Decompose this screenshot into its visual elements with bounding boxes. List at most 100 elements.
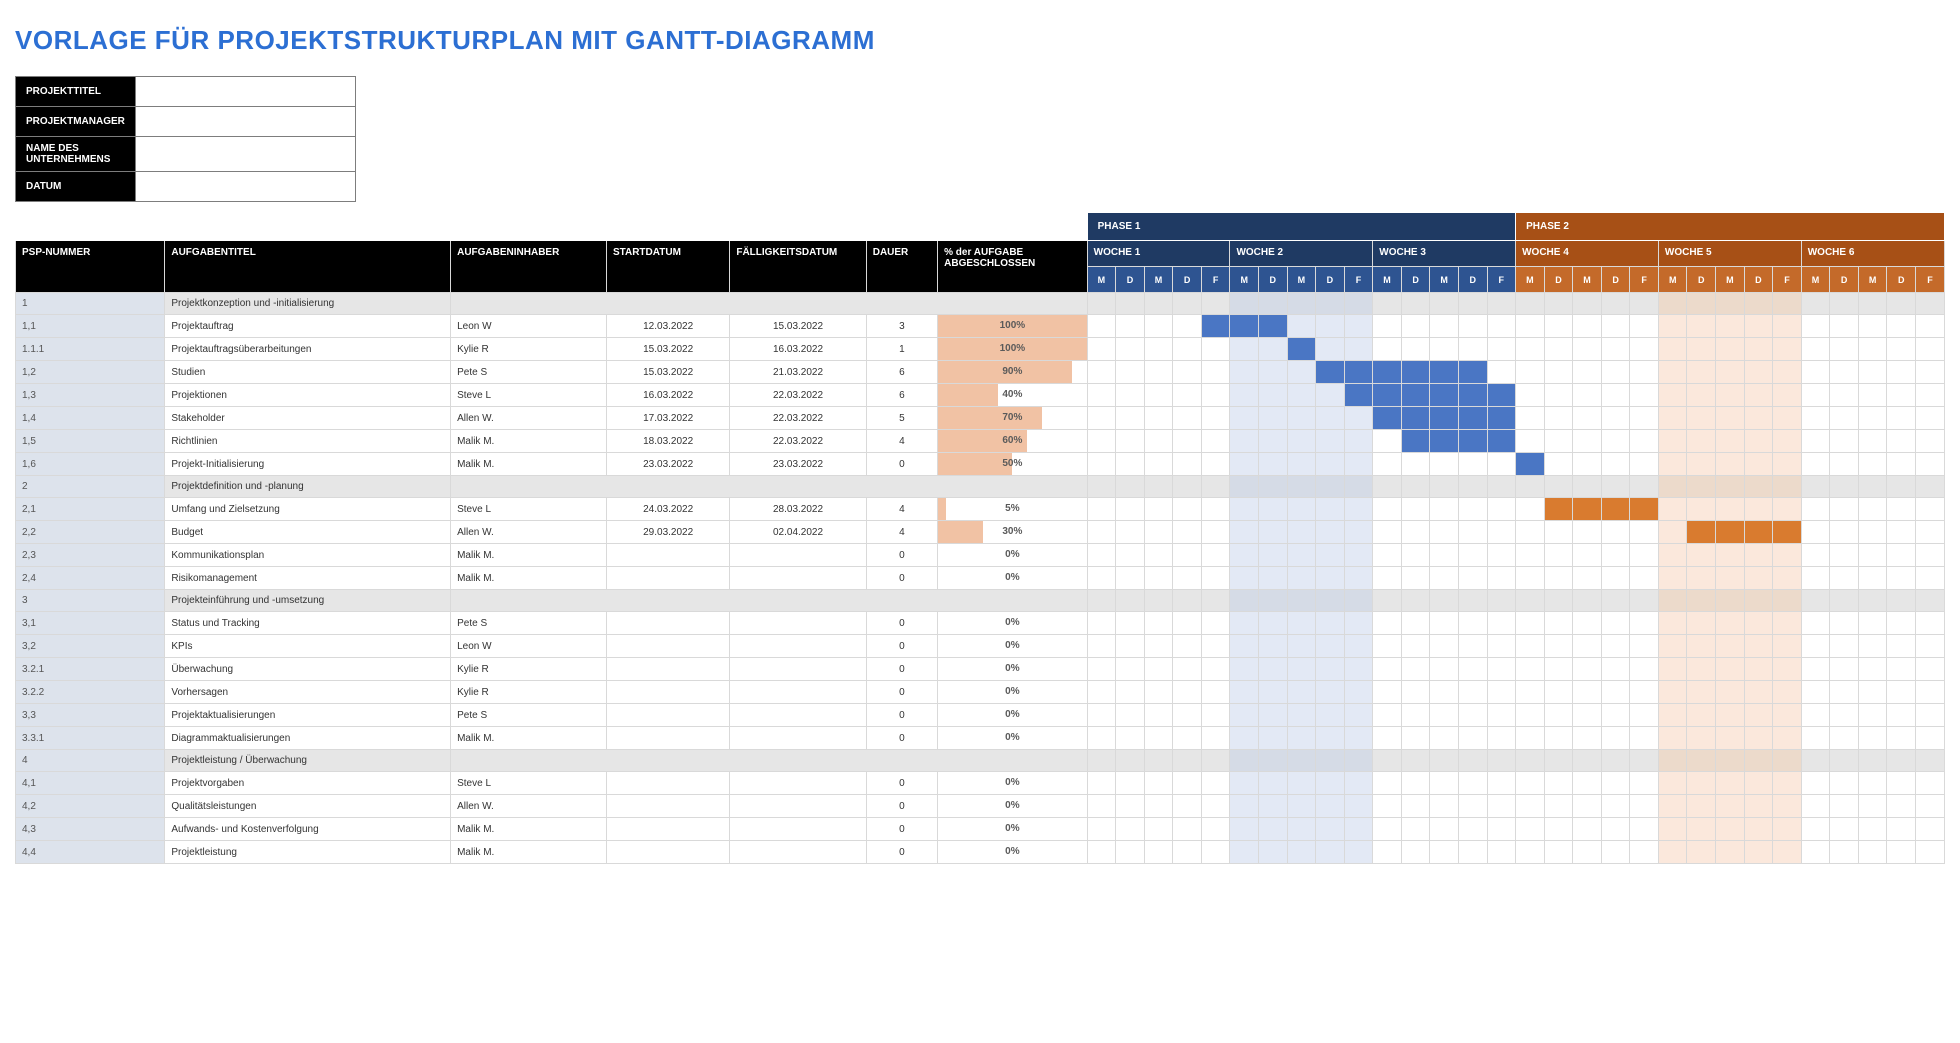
cell-task-title[interactable]: Projektleistung / Überwachung [165,750,451,772]
gantt-day-cell[interactable] [1287,658,1316,681]
gantt-day-cell[interactable] [1458,293,1487,315]
gantt-day-cell[interactable] [1887,635,1916,658]
cell-dur[interactable]: 0 [866,772,937,795]
gantt-day-cell[interactable] [1573,818,1602,841]
gantt-day-cell[interactable] [1316,453,1345,476]
gantt-day-cell[interactable] [1573,795,1602,818]
gantt-day-cell[interactable] [1858,635,1887,658]
gantt-day-cell[interactable] [1430,841,1459,864]
gantt-day-cell[interactable] [1287,727,1316,750]
gantt-day-cell[interactable] [1087,430,1116,453]
gantt-day-cell[interactable] [1087,384,1116,407]
gantt-day-cell[interactable] [1401,612,1430,635]
gantt-day-cell[interactable] [1744,476,1773,498]
gantt-day-cell[interactable] [1458,315,1487,338]
gantt-day-cell[interactable] [1915,612,1944,635]
gantt-day-cell[interactable] [1458,590,1487,612]
cell-task-title[interactable]: Projektionen [165,384,451,407]
gantt-day-cell[interactable] [1344,453,1373,476]
gantt-day-cell[interactable] [1601,453,1630,476]
cell-dur[interactable]: 6 [866,384,937,407]
cell-psp[interactable]: 4,4 [16,841,165,864]
gantt-day-cell[interactable] [1716,293,1745,315]
gantt-day-cell[interactable] [1401,658,1430,681]
gantt-day-cell[interactable] [1430,476,1459,498]
gantt-day-cell[interactable] [1544,841,1573,864]
gantt-day-cell[interactable] [1430,727,1459,750]
gantt-day-cell[interactable] [1516,315,1545,338]
cell-due[interactable] [730,704,866,727]
gantt-day-cell[interactable] [1773,453,1802,476]
gantt-day-cell[interactable] [1458,727,1487,750]
gantt-day-cell[interactable] [1630,772,1659,795]
gantt-day-cell[interactable] [1201,750,1230,772]
gantt-day-cell[interactable] [1487,521,1516,544]
gantt-day-cell[interactable] [1144,544,1173,567]
gantt-day-cell[interactable] [1687,453,1716,476]
gantt-day-cell[interactable] [1259,841,1288,864]
gantt-day-cell[interactable] [1401,498,1430,521]
gantt-day-cell[interactable] [1487,658,1516,681]
gantt-day-cell[interactable] [1544,658,1573,681]
gantt-day-cell[interactable] [1259,453,1288,476]
gantt-day-cell[interactable] [1687,841,1716,864]
cell-start[interactable]: 15.03.2022 [606,338,729,361]
cell-owner[interactable]: Malik M. [451,841,607,864]
gantt-day-cell[interactable] [1401,521,1430,544]
gantt-day-cell[interactable] [1487,727,1516,750]
gantt-day-cell[interactable] [1573,293,1602,315]
cell-percent-complete[interactable]: 70% [938,407,1087,430]
gantt-day-cell[interactable] [1173,590,1202,612]
gantt-day-cell[interactable] [1116,338,1145,361]
gantt-day-cell[interactable] [1687,498,1716,521]
gantt-day-cell[interactable] [1144,681,1173,704]
cell-dur[interactable]: 0 [866,795,937,818]
gantt-day-cell[interactable] [1230,841,1259,864]
gantt-day-cell[interactable] [1773,795,1802,818]
cell-percent-complete[interactable]: 5% [938,498,1087,521]
gantt-day-cell[interactable] [1430,384,1459,407]
gantt-day-cell[interactable] [1230,476,1259,498]
cell-owner[interactable]: Allen W. [451,521,607,544]
gantt-day-cell[interactable] [1915,498,1944,521]
gantt-day-cell[interactable] [1716,430,1745,453]
gantt-day-cell[interactable] [1887,544,1916,567]
gantt-day-cell[interactable] [1516,727,1545,750]
gantt-day-cell[interactable] [1344,544,1373,567]
cell-start[interactable] [606,795,729,818]
gantt-day-cell[interactable] [1773,544,1802,567]
cell-dur[interactable]: 1 [866,338,937,361]
gantt-day-cell[interactable] [1573,750,1602,772]
gantt-day-cell[interactable] [1915,681,1944,704]
gantt-day-cell[interactable] [1287,338,1316,361]
gantt-day-cell[interactable] [1858,430,1887,453]
gantt-day-cell[interactable] [1173,681,1202,704]
gantt-day-cell[interactable] [1373,818,1402,841]
gantt-day-cell[interactable] [1516,704,1545,727]
gantt-day-cell[interactable] [1630,727,1659,750]
gantt-day-cell[interactable] [1487,681,1516,704]
gantt-day-cell[interactable] [1630,384,1659,407]
gantt-day-cell[interactable] [1716,841,1745,864]
gantt-day-cell[interactable] [1773,567,1802,590]
gantt-day-cell[interactable] [1573,315,1602,338]
gantt-day-cell[interactable] [1601,498,1630,521]
cell-task-title[interactable]: Projektauftrag [165,315,451,338]
gantt-day-cell[interactable] [1201,544,1230,567]
gantt-day-cell[interactable] [1544,293,1573,315]
cell-due[interactable] [730,612,866,635]
gantt-day-cell[interactable] [1887,727,1916,750]
gantt-day-cell[interactable] [1687,315,1716,338]
gantt-day-cell[interactable] [1401,772,1430,795]
gantt-day-cell[interactable] [1830,841,1859,864]
cell-start[interactable]: 24.03.2022 [606,498,729,521]
cell-psp[interactable]: 3,2 [16,635,165,658]
gantt-day-cell[interactable] [1887,338,1916,361]
gantt-day-cell[interactable] [1373,338,1402,361]
gantt-day-cell[interactable] [1630,750,1659,772]
gantt-day-cell[interactable] [1344,407,1373,430]
gantt-day-cell[interactable] [1173,293,1202,315]
cell-owner[interactable]: Leon W [451,635,607,658]
gantt-day-cell[interactable] [1801,476,1830,498]
gantt-day-cell[interactable] [1344,795,1373,818]
